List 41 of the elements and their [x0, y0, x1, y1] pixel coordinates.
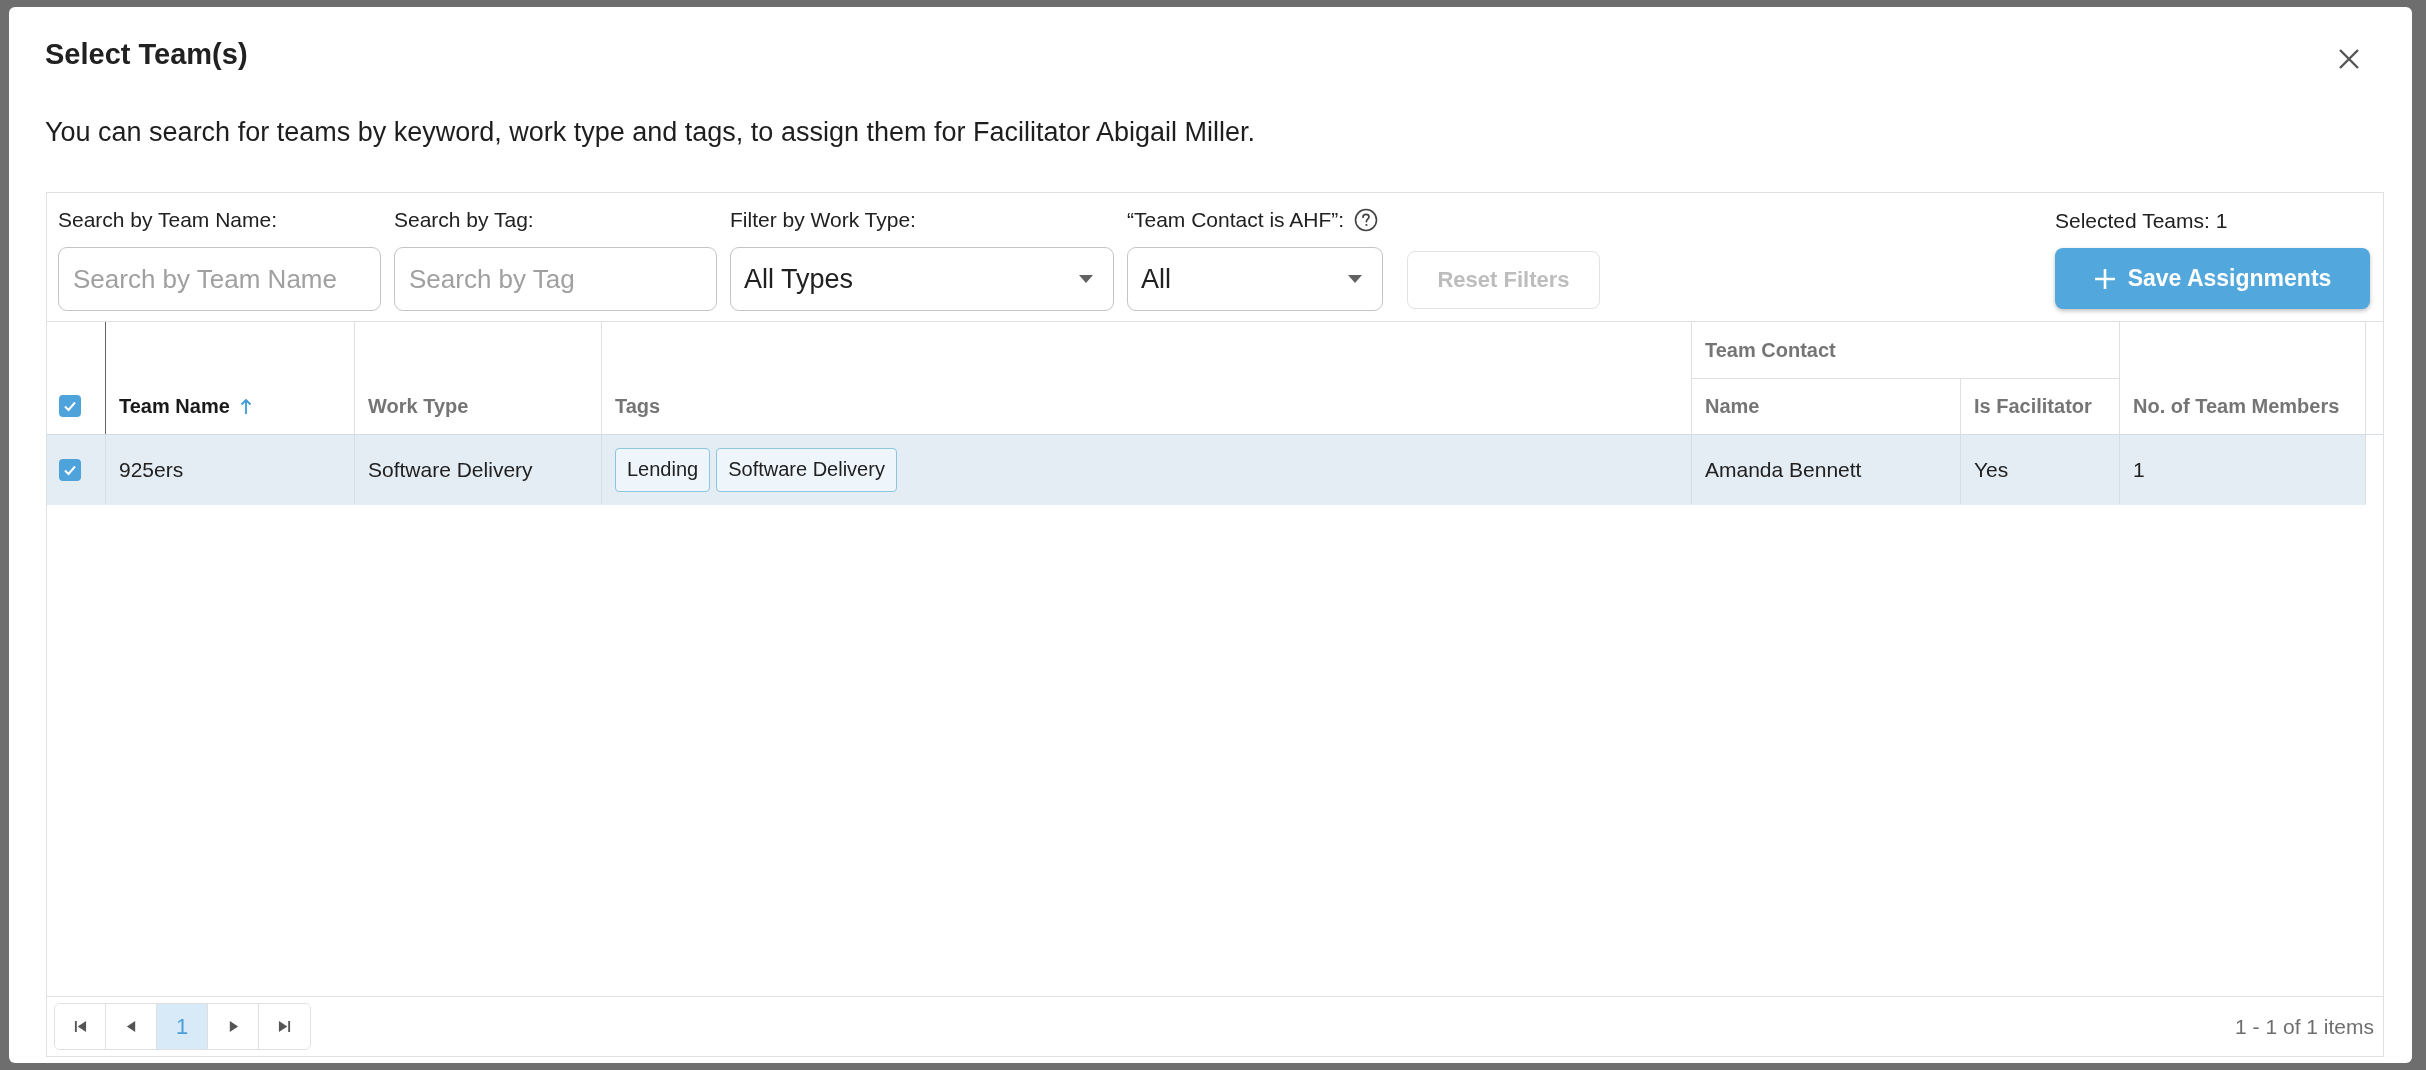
search-field[interactable]: Search by Team Name: [58, 247, 381, 311]
tag: Lending: [615, 447, 711, 492]
table-cell: Amanda Bennett: [1692, 435, 1961, 504]
first-page-icon: [73, 1020, 87, 1033]
row-checkbox[interactable]: [59, 458, 81, 481]
caret-icon: [1348, 275, 1362, 283]
filter-label: “Team Contact is AHF”:: [1127, 207, 1345, 232]
column-header[interactable]: Team Name: [106, 322, 355, 434]
save-assignments-button[interactable]: Save Assignments: [2055, 248, 2370, 309]
column-header[interactable]: Tags: [602, 322, 1692, 434]
column-header[interactable]: Work Type: [355, 322, 602, 434]
select-all-checkbox[interactable]: [59, 395, 81, 417]
column-header[interactable]: Name: [1692, 379, 1961, 434]
first-page-button[interactable]: [55, 1004, 106, 1049]
caret-icon: [1079, 275, 1093, 283]
plus-icon: [2093, 267, 2116, 290]
filter-label: Filter by Work Type:: [730, 207, 916, 232]
table-cell: Yes: [1961, 435, 2120, 504]
dialog-description: You can search for teams by keyword, work type and tags, to assign them for Facilitator Abigail Miller.: [45, 117, 1257, 148]
table-row[interactable]: 925ers Software Delivery Lending Software Delivery Amanda Bennett Yes 1: [47, 435, 2366, 505]
previous-page-icon: [124, 1020, 138, 1033]
selected-count: Selected Teams: 1: [2055, 208, 2228, 233]
column-header[interactable]: No. of Team Members: [2120, 322, 2366, 434]
column-group-header: Team Contact: [1692, 322, 2120, 379]
table-cell: Software Delivery: [355, 435, 602, 504]
arrow-up-icon: [239, 399, 252, 415]
close-icon: [2338, 48, 2360, 70]
table-cell: 925ers: [106, 435, 355, 504]
column-header[interactable]: Is Facilitator: [1961, 379, 2120, 434]
dropdown[interactable]: All: [1127, 247, 1383, 311]
filter-label: Search by Tag:: [394, 207, 534, 232]
help-icon[interactable]: [1354, 207, 1379, 232]
filter-label: Search by Team Name:: [58, 207, 278, 232]
dialog-title: Select Team(s): [45, 37, 248, 71]
dropdown[interactable]: All Types: [730, 247, 1114, 311]
page-button[interactable]: 1: [157, 1004, 208, 1049]
last-page-icon: [278, 1020, 291, 1033]
pagination-summary: 1 - 1 of 1 items: [2235, 1014, 2374, 1039]
table-cell: 1: [2120, 435, 2366, 504]
tag: Software Delivery: [716, 447, 897, 492]
search-field[interactable]: Search by Tag: [394, 247, 717, 311]
